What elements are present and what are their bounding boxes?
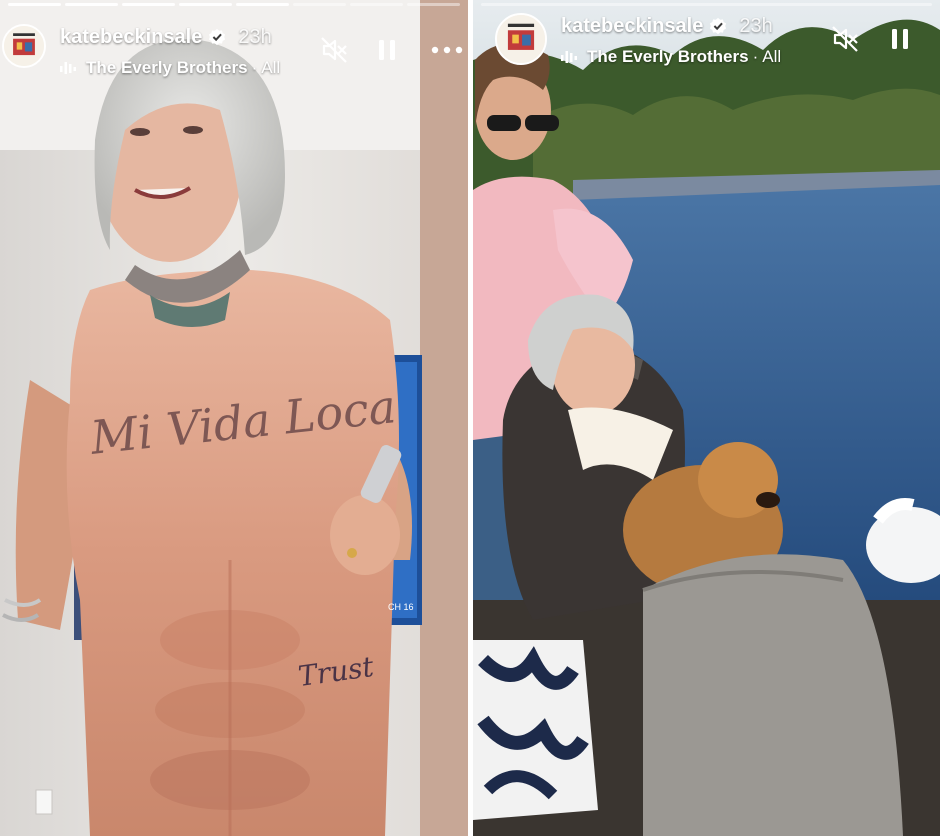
progress-segment: [481, 3, 932, 6]
speaker-muted-icon[interactable]: [320, 36, 348, 64]
more-dots-icon[interactable]: [430, 36, 464, 64]
verified-badge-icon: [709, 17, 727, 35]
avatar-image: [4, 26, 44, 66]
speaker-muted-icon[interactable]: [831, 25, 859, 53]
progress-segment: [236, 3, 289, 6]
progress-segment: [293, 3, 346, 6]
music-artist: The Everly Brothers: [587, 47, 749, 66]
music-scope: All: [762, 47, 782, 66]
story-panel-left[interactable]: Mi Vida Loca Trust CH 16 katebeckinsale 2…: [0, 0, 468, 836]
progress-segment: [407, 3, 460, 6]
music-bars-icon: [561, 49, 577, 63]
pause-icon[interactable]: [373, 36, 401, 64]
avatar-image: [497, 15, 545, 63]
music-separator: ·: [752, 47, 759, 66]
avatar[interactable]: [2, 24, 46, 68]
avatar[interactable]: [495, 13, 547, 65]
username[interactable]: katebeckinsale: [561, 15, 703, 37]
time-ago: 23h: [739, 15, 773, 37]
username[interactable]: katebeckinsale: [60, 26, 202, 48]
verified-badge-icon: [208, 28, 226, 46]
story-panel-right[interactable]: katebeckinsale 23h The Everly Brothers · Al…: [473, 0, 940, 836]
progress-segment: [65, 3, 118, 6]
music-info[interactable]: The Everly Brothers · All: [561, 47, 781, 67]
pause-icon[interactable]: [886, 25, 914, 53]
progress-segment: [350, 3, 403, 6]
music-separator: ·: [251, 58, 258, 77]
music-info[interactable]: The Everly Brothers · All: [60, 58, 280, 78]
tv-channel-text: CH 16: [388, 602, 414, 612]
story-progress-bar: [8, 3, 460, 6]
progress-segment: [8, 3, 61, 6]
story-username-row[interactable]: katebeckinsale 23h: [561, 15, 773, 38]
story-header: katebeckinsale 23h The Everly Brothers · Al…: [473, 12, 940, 82]
progress-segment: [179, 3, 232, 6]
time-ago: 23h: [238, 26, 272, 48]
story-header: katebeckinsale 23h The Everly Brothers · Al…: [0, 12, 468, 82]
progress-segment: [122, 3, 175, 6]
story-photo-right: [473, 0, 940, 836]
story-progress-bar: [481, 3, 932, 6]
music-bars-icon: [60, 60, 76, 74]
story-username-row[interactable]: katebeckinsale 23h: [60, 26, 272, 49]
music-scope: All: [261, 58, 281, 77]
music-artist: The Everly Brothers: [86, 58, 248, 77]
